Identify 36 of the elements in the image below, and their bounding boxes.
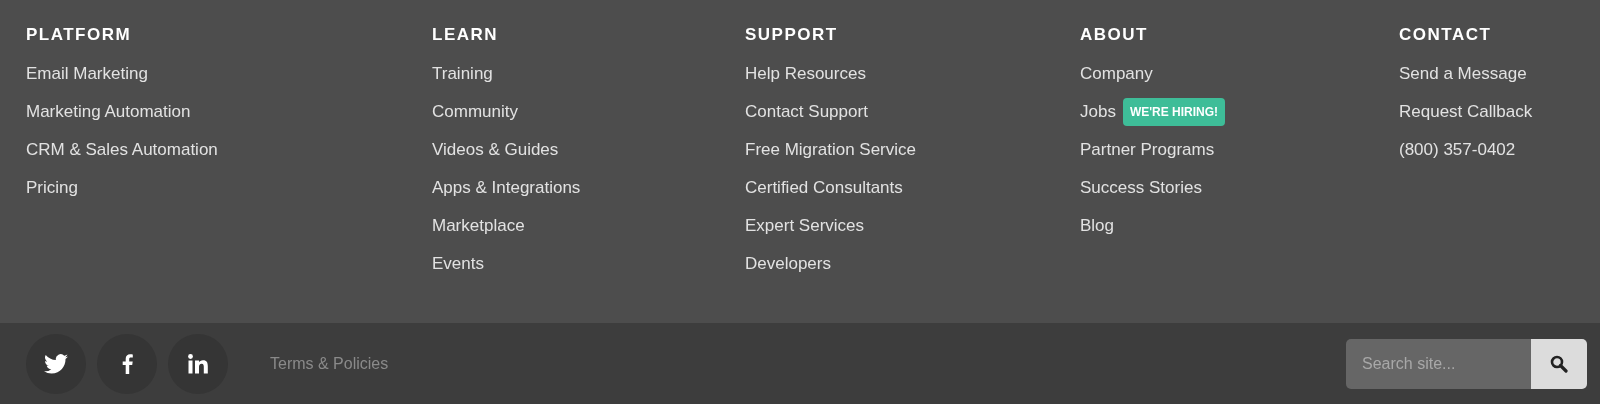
footer-link[interactable]: Developers xyxy=(745,251,831,277)
footer-link[interactable]: Community xyxy=(432,99,518,125)
footer-link[interactable]: Jobs xyxy=(1080,99,1116,125)
footer-link[interactable]: Company xyxy=(1080,61,1153,87)
search-button[interactable] xyxy=(1531,338,1587,389)
footer-link[interactable]: Blog xyxy=(1080,213,1115,239)
footer-link[interactable]: Success Stories xyxy=(1080,175,1202,201)
column-heading: CONTACT xyxy=(1399,25,1492,45)
footer-link[interactable]: CRM & Sales Automation xyxy=(26,137,218,163)
footer-link[interactable]: Help Resources xyxy=(745,61,866,87)
footer-link[interactable]: Free Migration Service xyxy=(745,137,916,163)
footer-link[interactable]: Events xyxy=(432,251,484,277)
footer-link[interactable]: Marketplace xyxy=(432,213,525,239)
footer-link[interactable]: Request Callback xyxy=(1399,99,1533,125)
search-field[interactable]: Search site... xyxy=(1346,338,1531,389)
footer-link[interactable]: Marketing Automation xyxy=(26,99,191,125)
column-heading: ABOUT xyxy=(1080,25,1148,45)
footer-link[interactable]: Certified Consultants xyxy=(745,175,903,201)
column-heading: PLATFORM xyxy=(26,25,132,45)
column-heading: SUPPORT xyxy=(745,25,838,45)
footer-link[interactable]: Training xyxy=(432,61,493,87)
bird-icon xyxy=(44,353,68,374)
facebook-icon xyxy=(121,353,133,374)
footer-link[interactable]: Partner Programs xyxy=(1080,137,1215,163)
footer-link[interactable]: Contact Support xyxy=(745,99,868,125)
linkedin-icon xyxy=(188,353,208,374)
footer-link[interactable]: Videos & Guides xyxy=(432,137,559,163)
footer-link[interactable]: Send a Message xyxy=(1399,61,1527,87)
hiring-badge: WE'RE HIRING! xyxy=(1122,98,1226,126)
footer-link[interactable]: (800) 357-0402 xyxy=(1399,137,1516,163)
column-heading: LEARN xyxy=(432,25,499,45)
search-icon xyxy=(1550,354,1568,373)
footer-link[interactable]: Apps & Integrations xyxy=(432,175,581,201)
footer-link[interactable]: Pricing xyxy=(26,175,78,201)
footer-link[interactable]: Expert Services xyxy=(745,213,865,239)
footer-link[interactable]: Email Marketing xyxy=(26,61,148,87)
